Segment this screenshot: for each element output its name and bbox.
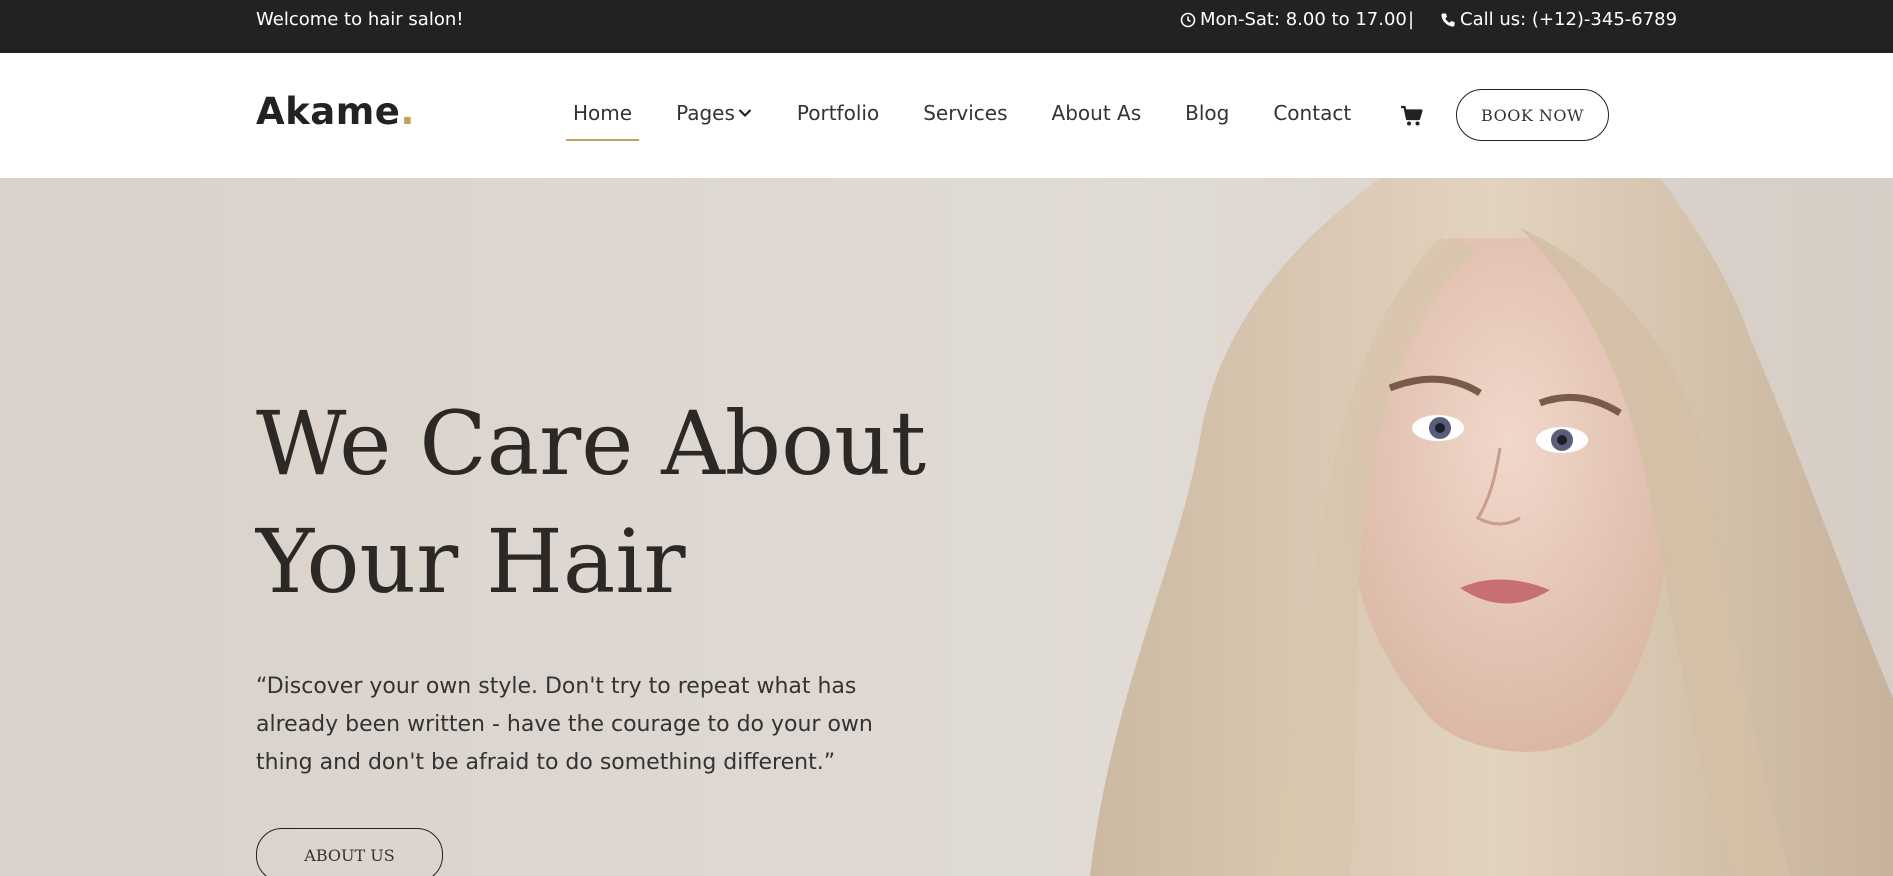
nav-item-portfolio[interactable]: Portfolio bbox=[790, 101, 886, 129]
hero-title-line-1: We Care About bbox=[256, 392, 927, 495]
nav-item-about[interactable]: About As bbox=[1045, 101, 1149, 129]
phone-info[interactable]: Call us: (+12)-345-6789 bbox=[1440, 9, 1677, 30]
nav-item-blog[interactable]: Blog bbox=[1178, 101, 1236, 129]
nav-item-label: Portfolio bbox=[796, 101, 880, 125]
chevron-down-icon bbox=[738, 109, 752, 118]
phone-icon bbox=[1441, 13, 1455, 27]
hero-quote: “Discover your own style. Don't try to r… bbox=[256, 674, 873, 775]
hours-info: Mon-Sat: 8.00 to 17.00 bbox=[1180, 9, 1407, 30]
topbar-separator: | bbox=[1408, 9, 1415, 30]
hero-title: We Care About Your Hair bbox=[256, 385, 926, 621]
hours-text: Mon-Sat: 8.00 to 17.00 bbox=[1200, 9, 1407, 30]
hero-section: We Care About Your Hair “Discover your o… bbox=[0, 178, 1893, 876]
cart-icon[interactable] bbox=[1400, 104, 1424, 128]
nav-menu: Home Pages Portfolio Services About As B… bbox=[566, 101, 1388, 141]
top-bar: Welcome to hair salon! Mon-Sat: 8.00 to … bbox=[0, 0, 1893, 53]
nav-item-label: Contact bbox=[1273, 101, 1352, 125]
nav-item-home[interactable]: Home bbox=[566, 101, 640, 141]
nav-item-label: Home bbox=[573, 101, 633, 125]
about-us-button[interactable]: ABOUT US bbox=[256, 828, 443, 876]
nav-item-contact[interactable]: Contact bbox=[1266, 101, 1358, 129]
clock-icon bbox=[1180, 12, 1196, 27]
hero-title-line-2: Your Hair bbox=[256, 510, 686, 613]
nav-item-label: Pages bbox=[676, 101, 735, 125]
logo-dot: . bbox=[400, 90, 415, 133]
nav-item-label: Services bbox=[923, 101, 1008, 125]
nav-item-pages[interactable]: Pages bbox=[669, 101, 760, 129]
phone-text: Call us: (+12)-345-6789 bbox=[1460, 9, 1678, 30]
nav-item-services[interactable]: Services bbox=[916, 101, 1014, 129]
nav-item-label: About As bbox=[1051, 101, 1142, 125]
nav-item-label: Blog bbox=[1185, 101, 1230, 125]
welcome-text: Welcome to hair salon! bbox=[256, 9, 464, 30]
site-logo[interactable]: Akame. bbox=[256, 90, 415, 133]
logo-text: Akame bbox=[256, 90, 401, 133]
main-navbar: Akame. Home Pages Portfolio Services Abo… bbox=[0, 53, 1893, 178]
hero-portrait-image bbox=[1090, 178, 1893, 876]
book-now-button[interactable]: BOOK NOW bbox=[1456, 89, 1609, 141]
